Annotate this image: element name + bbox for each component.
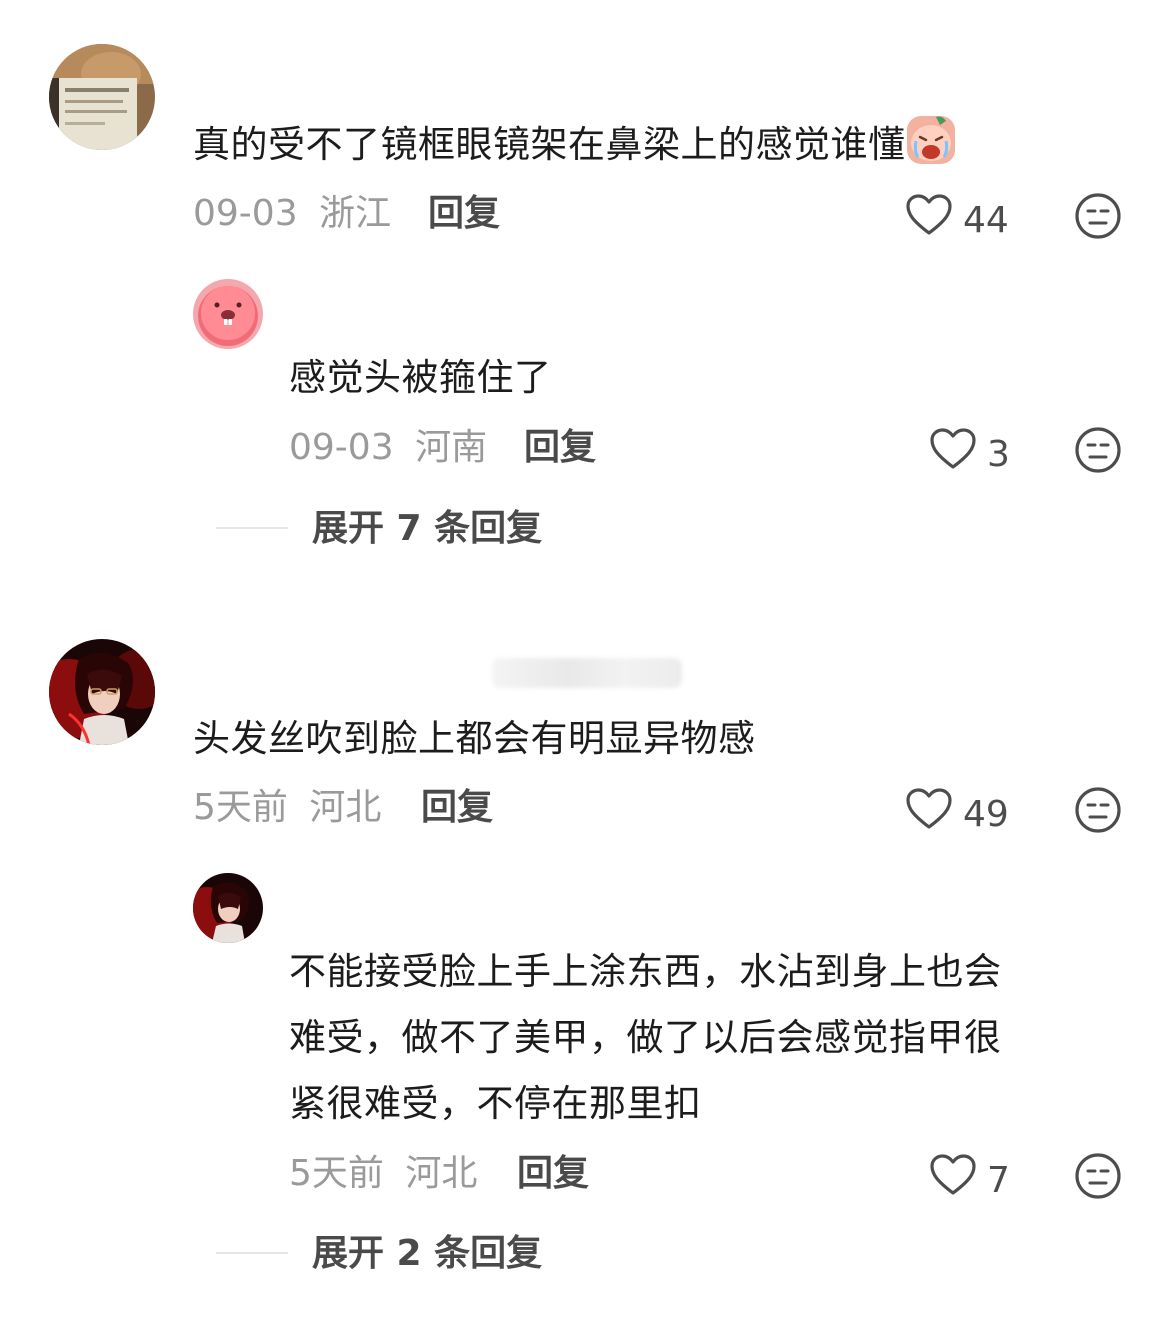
expand-divider xyxy=(216,1252,288,1254)
reply-button-1[interactable]: 回复 xyxy=(428,192,500,236)
comment-location: 浙江 xyxy=(319,193,392,234)
neutral-face-icon xyxy=(1074,1152,1122,1200)
like-count: 3 xyxy=(987,433,1010,475)
expand-replies-button-2[interactable]: 展开 2 条回复 xyxy=(312,1232,542,1276)
comment-date: 09-03 xyxy=(193,193,298,234)
like-button-2[interactable]: 49 xyxy=(905,788,1009,841)
expand-divider xyxy=(216,527,288,529)
reply-meta-2-1: 5天前 河北 xyxy=(289,1152,477,1196)
reply-date: 5天前 xyxy=(289,1153,384,1194)
comment-meta-2: 5天前 河北 xyxy=(193,786,381,830)
reply-location: 河北 xyxy=(405,1153,478,1194)
like-button-1-1[interactable]: 3 xyxy=(929,428,1010,481)
reply-text-2-1: 不能接受脸上手上涂东西，水沾到身上也会 难受，做不了美甲，做了以后会感觉指甲很 … xyxy=(289,939,1002,1137)
crying-face-emoji-icon xyxy=(906,115,956,165)
avatar-reply-1-1[interactable] xyxy=(193,279,263,349)
avatar-reply-2-1[interactable] xyxy=(193,873,263,943)
reply-text-line-2: 难受，做不了美甲，做了以后会感觉指甲很 xyxy=(289,1016,1002,1059)
dislike-button-1[interactable] xyxy=(1074,192,1122,240)
avatar-comment-1[interactable] xyxy=(49,44,155,150)
neutral-face-icon xyxy=(1074,192,1122,240)
blurred-username xyxy=(492,658,682,688)
heart-outline-icon xyxy=(905,788,953,841)
comment-meta-1: 09-03 浙江 xyxy=(193,192,391,236)
heart-outline-icon xyxy=(929,428,977,481)
reply-text-line-3: 紧很难受，不停在那里扣 xyxy=(289,1082,702,1125)
neutral-face-icon xyxy=(1074,786,1122,834)
avatar-comment-2[interactable] xyxy=(49,639,155,745)
like-count: 44 xyxy=(963,199,1009,241)
like-button-2-1[interactable]: 7 xyxy=(929,1154,1010,1207)
expand-replies-button-1[interactable]: 展开 7 条回复 xyxy=(312,507,542,551)
reply-button-1-1[interactable]: 回复 xyxy=(524,426,596,470)
reply-date: 09-03 xyxy=(289,427,394,468)
like-count: 7 xyxy=(987,1159,1010,1201)
comment-location: 河北 xyxy=(309,787,382,828)
reply-text-1-1: 感觉头被箍住了 xyxy=(289,356,552,399)
comment-date: 5天前 xyxy=(193,787,288,828)
heart-outline-icon xyxy=(929,1154,977,1207)
neutral-face-icon xyxy=(1074,426,1122,474)
reply-text-line-1: 不能接受脸上手上涂东西，水沾到身上也会 xyxy=(289,950,1002,993)
like-button-1[interactable]: 44 xyxy=(905,194,1009,247)
dislike-button-2[interactable] xyxy=(1074,786,1122,834)
comment-text-2: 头发丝吹到脸上都会有明显异物感 xyxy=(193,717,756,760)
comment-text-1: 真的受不了镜框眼镜架在鼻梁上的感觉谁懂 xyxy=(193,112,956,178)
reply-meta-1-1: 09-03 河南 xyxy=(289,426,487,470)
dislike-button-2-1[interactable] xyxy=(1074,1152,1122,1200)
heart-outline-icon xyxy=(905,194,953,247)
reply-button-2-1[interactable]: 回复 xyxy=(517,1152,589,1196)
reply-location: 河南 xyxy=(415,427,488,468)
dislike-button-1-1[interactable] xyxy=(1074,426,1122,474)
like-count: 49 xyxy=(963,793,1009,835)
reply-button-2[interactable]: 回复 xyxy=(421,786,493,830)
